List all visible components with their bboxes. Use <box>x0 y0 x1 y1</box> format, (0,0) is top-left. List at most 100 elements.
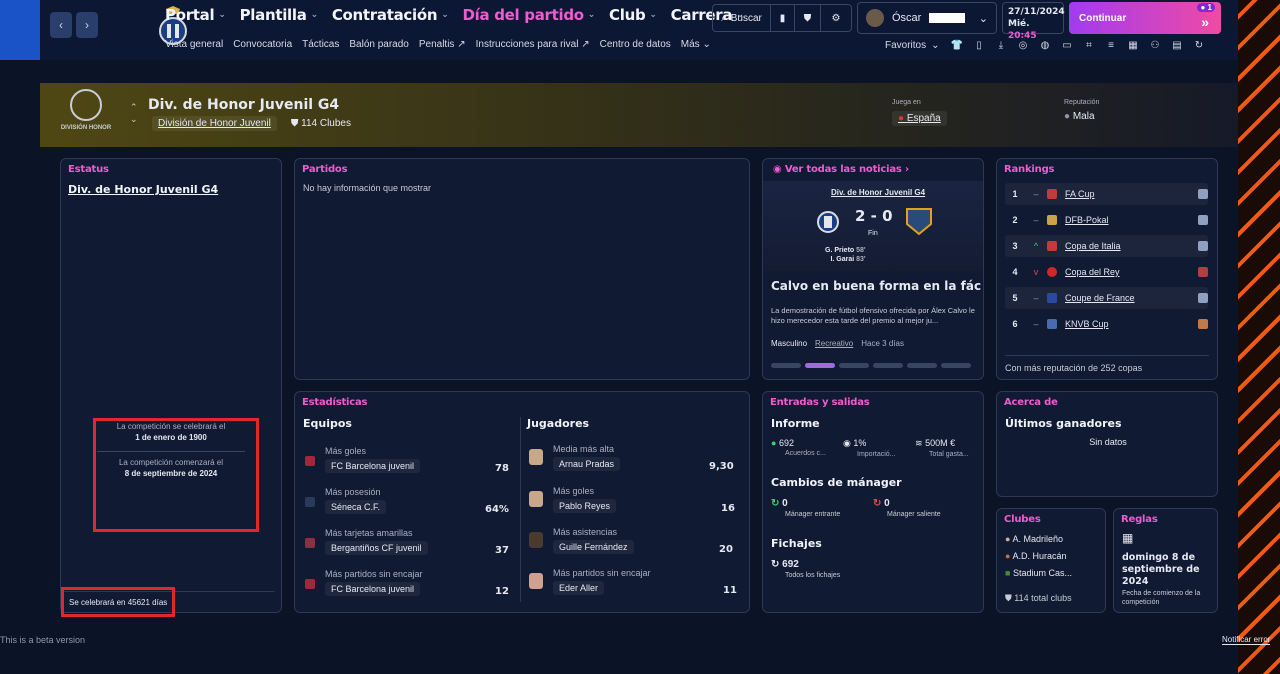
continue-button[interactable]: Continuar » ● 1 <box>1069 2 1221 34</box>
carousel-dot[interactable] <box>873 363 903 368</box>
bookmark-button[interactable]: ▮ <box>771 5 795 31</box>
entradas-salidas-panel: Entradas y salidas Informe ● 692 Acuerdo… <box>762 391 984 613</box>
carousel-dot[interactable] <box>907 363 937 368</box>
news-headline[interactable]: Calvo en buena forma en la fáci... <box>771 279 981 293</box>
equipo-stat-row[interactable]: Más posesión Séneca C.F. <box>303 487 387 514</box>
notification-badge: ● 1 <box>1197 3 1215 12</box>
menu-dia-del-partido[interactable]: Día del partido ⌄ <box>462 6 595 24</box>
team-crest-icon <box>305 538 315 548</box>
ranking-name: KNVB Cup <box>1065 319 1109 329</box>
importacion-label: Importació... <box>857 451 896 458</box>
sub-menu: Vista general Convocatoria Tácticas Baló… <box>165 39 711 50</box>
ranking-position: 6 <box>1012 319 1018 329</box>
settings-button[interactable]: ⚙ <box>821 5 851 31</box>
ranking-position: 5 <box>1012 293 1018 303</box>
search-icon: ⌕ <box>721 12 727 24</box>
game-date-box[interactable]: 27/11/2024 Mié. 20:45 <box>1002 2 1065 41</box>
phone-icon[interactable]: ▯ <box>972 38 986 52</box>
ranking-row[interactable]: 6 – KNVB Cup <box>1005 313 1208 335</box>
calendar-icon[interactable]: ▦ <box>1126 38 1140 52</box>
juega-en-label: Juega en <box>892 99 921 106</box>
external-link-icon: ↗ <box>457 39 466 50</box>
equipo-stat-row[interactable]: Más goles FC Barcelona juvenil <box>303 446 421 473</box>
ranking-row[interactable]: 3 ^ Copa de Italia <box>1005 235 1208 257</box>
report-error-link[interactable]: Notificar error <box>1222 635 1271 645</box>
menu-contratacion[interactable]: Contratación ⌄ <box>332 6 449 24</box>
jugador-stat-row[interactable]: Media más alta Arnau Pradas <box>529 444 621 471</box>
jugador-stat-row[interactable]: Más goles Pablo Reyes <box>529 486 617 513</box>
document-icon[interactable]: ▤ <box>1170 38 1184 52</box>
menu-plantilla[interactable]: Plantilla ⌄ <box>240 6 319 24</box>
submenu-penaltis[interactable]: Penaltis ↗ <box>419 39 466 50</box>
fichajes-label: Todos los fichajes <box>785 572 841 579</box>
carousel-dot[interactable] <box>839 363 869 368</box>
user-name: Óscar <box>892 12 922 24</box>
parent-competition-link[interactable]: División de Honor Juvenil <box>152 116 277 131</box>
submenu-balon-parado[interactable]: Balón parado <box>349 39 409 50</box>
back-button[interactable]: ‹ <box>50 12 72 38</box>
ultimos-ganadores-title: Últimos ganadores <box>1005 417 1122 430</box>
club-item[interactable]: ● A. Madrileño <box>1005 531 1072 548</box>
equipo-stat-row[interactable]: Más partidos sin encajar FC Barcelona ju… <box>303 569 423 596</box>
club-item[interactable]: ■ Stadium Cas... <box>1005 565 1072 582</box>
submenu-mas[interactable]: Más ⌄ <box>681 39 711 50</box>
jugador-stat-row[interactable]: Más asistencias Guille Fernández <box>529 527 634 554</box>
stat-player: Arnau Pradas <box>553 457 621 471</box>
submenu-instrucciones[interactable]: Instrucciones para rival ↗ <box>476 39 590 50</box>
estatus-competition-name[interactable]: Div. de Honor Juvenil G4 <box>68 183 218 196</box>
carousel-dot[interactable] <box>941 363 971 368</box>
submenu-convocatoria[interactable]: Convocatoria <box>233 39 292 50</box>
ranking-trend-down-icon: v <box>1033 267 1039 277</box>
target-icon[interactable]: ◎ <box>1016 38 1030 52</box>
informe-total-gastado: ≋ 500M € Total gasta... <box>915 438 969 458</box>
highlight-box <box>93 418 259 532</box>
people-icon[interactable]: ⚇ <box>1148 38 1162 52</box>
equipo-stat-row[interactable]: Más tarjetas amarillas Bergantiños CF ju… <box>303 528 428 555</box>
clubes-panel: Clubes ● A. Madrileño ● A.D. Huracán ■ S… <box>996 508 1106 613</box>
news-time-ago: Hace 3 días <box>861 339 904 348</box>
forward-button[interactable]: › <box>76 12 98 38</box>
jugador-stat-row[interactable]: Más partidos sin encajar Eder Aller <box>529 568 651 595</box>
news-panel: ◉ Ver todas las noticias › Div. de Honor… <box>762 158 984 380</box>
card-icon[interactable]: ▭ <box>1060 38 1074 52</box>
match-status: Fin <box>868 230 878 237</box>
shirt-icon[interactable]: 👕 <box>950 38 964 52</box>
menu-portal[interactable]: Portal ⌄ <box>165 6 226 24</box>
ranking-position: 4 <box>1012 267 1018 277</box>
club-shortcut-button[interactable]: ⛊ <box>795 5 821 31</box>
ranking-row[interactable]: 4 v Copa del Rey <box>1005 261 1208 283</box>
chevron-updown-icon[interactable]: ⌃ ⌄ <box>130 101 138 125</box>
news-tag-level[interactable]: Recreativo <box>815 339 853 348</box>
carousel-dot[interactable] <box>771 363 801 368</box>
carousel-dot-active[interactable] <box>805 363 835 368</box>
rankings-header: Rankings <box>1004 164 1055 175</box>
menu-club[interactable]: Club ⌄ <box>609 6 657 24</box>
user-profile-box[interactable]: Óscar ⌄ <box>857 2 997 34</box>
refresh-icon[interactable]: ↻ <box>1192 38 1206 52</box>
club-item[interactable]: ● A.D. Huracán <box>1005 548 1072 565</box>
cup-icon <box>1047 241 1057 251</box>
news-header[interactable]: ◉ Ver todas las noticias › <box>773 164 909 175</box>
ranking-row[interactable]: 1 – FA Cup <box>1005 183 1208 205</box>
submenu-centro-datos[interactable]: Centro de datos <box>600 39 671 50</box>
ranking-row[interactable]: 2 – DFB-Pokal <box>1005 209 1208 231</box>
player-photo-icon <box>529 573 543 589</box>
ranking-name: Copa del Rey <box>1065 267 1120 277</box>
database-icon[interactable]: ≡ <box>1104 38 1118 52</box>
stat-value: 12 <box>495 586 509 597</box>
country-link[interactable]: ● España <box>892 111 947 126</box>
club-crest-icon: ■ <box>1005 568 1011 578</box>
main-menu: Portal ⌄ Plantilla ⌄ Contratación ⌄ Día del… <box>165 6 744 24</box>
download-icon[interactable]: ⤓ <box>994 38 1008 52</box>
favorites-dropdown[interactable]: Favoritos ⌄ <box>885 40 940 51</box>
submenu-tacticas[interactable]: Tácticas <box>302 39 339 50</box>
team-crest-icon <box>305 456 315 466</box>
redacted-block <box>929 13 966 23</box>
submenu-vista-general[interactable]: Vista general <box>165 39 223 50</box>
reputation-dot-icon: ● <box>1064 111 1071 122</box>
search-button[interactable]: ⌕ Buscar <box>713 5 771 31</box>
lock-icon[interactable]: ◍ <box>1038 38 1052 52</box>
scan-icon[interactable]: ⌗ <box>1082 38 1096 52</box>
clubes-total: 114 total clubs <box>1014 593 1072 603</box>
ranking-row[interactable]: 5 – Coupe de France <box>1005 287 1208 309</box>
